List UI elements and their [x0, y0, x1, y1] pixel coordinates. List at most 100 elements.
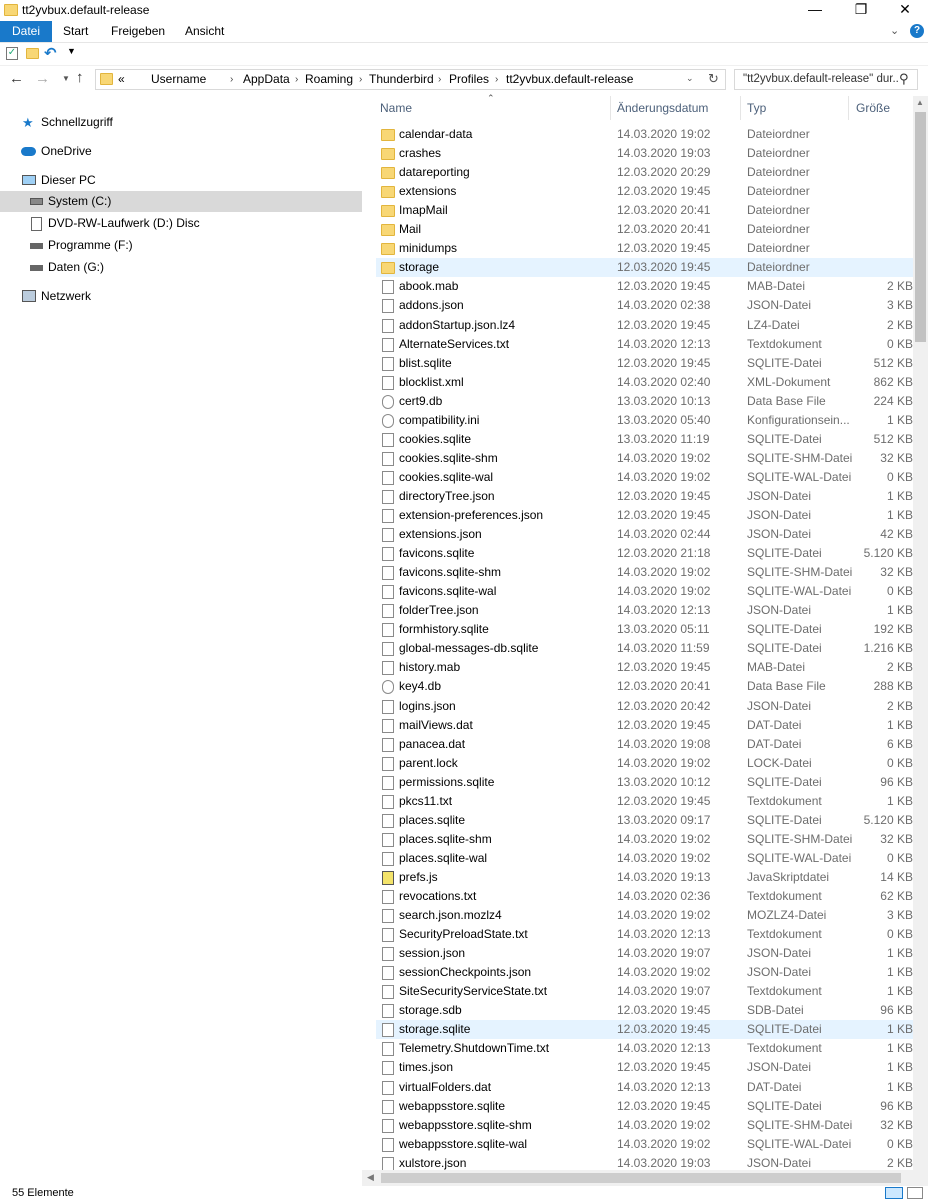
- file-row[interactable]: compatibility.ini 13.03.2020 05:40 Konfigu…: [376, 411, 913, 430]
- breadcrumb-thunderbird[interactable]: Thunderbird: [369, 70, 434, 89]
- column-divider[interactable]: [848, 96, 849, 120]
- folder-row[interactable]: ImapMail 12.03.2020 20:41 Dateiordner: [376, 201, 913, 220]
- tab-datei[interactable]: Datei: [0, 21, 53, 42]
- scroll-up-icon[interactable]: ▲: [916, 98, 924, 107]
- properties-icon[interactable]: ✓: [6, 47, 18, 60]
- nav-item-daten-g[interactable]: Daten (G:): [0, 257, 362, 278]
- column-divider[interactable]: [610, 96, 611, 120]
- file-row[interactable]: extensions.json 14.03.2020 02:44 JSON-Date…: [376, 525, 913, 544]
- folder-row[interactable]: minidumps 12.03.2020 19:45 Dateiordner: [376, 239, 913, 258]
- breadcrumb-profiles[interactable]: Profiles: [449, 70, 489, 89]
- file-row[interactable]: blist.sqlite 12.03.2020 19:45 SQLITE-Datei…: [376, 354, 913, 373]
- horizontal-scroll-thumb[interactable]: [381, 1173, 901, 1183]
- breadcrumb-separator-icon[interactable]: ›: [230, 70, 233, 89]
- nav-item-dvd-d[interactable]: DVD-RW-Laufwerk (D:) Disc: [0, 213, 362, 234]
- folder-row[interactable]: crashes 14.03.2020 19:03 Dateiordner: [376, 144, 913, 163]
- file-row[interactable]: sessionCheckpoints.json 14.03.2020 19:02 J…: [376, 963, 913, 982]
- nav-item-schnellzugriff[interactable]: ★ Schnellzugriff: [0, 112, 362, 133]
- file-row[interactable]: session.json 14.03.2020 19:07 JSON-Datei 1 …: [376, 944, 913, 963]
- file-row[interactable]: SecurityPreloadState.txt 14.03.2020 12:13…: [376, 925, 913, 944]
- folder-row[interactable]: datareporting 12.03.2020 20:29 Dateiordner: [376, 163, 913, 182]
- customize-toolbar-icon[interactable]: ▼: [67, 46, 76, 56]
- column-size[interactable]: Größe: [856, 96, 890, 120]
- file-row[interactable]: revocations.txt 14.03.2020 02:36 Textdokum…: [376, 887, 913, 906]
- file-row[interactable]: cert9.db 13.03.2020 10:13 Data Base File 22…: [376, 392, 913, 411]
- breadcrumb-separator-icon[interactable]: ›: [438, 70, 441, 89]
- file-row[interactable]: parent.lock 14.03.2020 19:02 LOCK-Datei 0 K…: [376, 754, 913, 773]
- file-row[interactable]: storage.sdb 12.03.2020 19:45 SDB-Datei 96 K…: [376, 1001, 913, 1020]
- breadcrumb-current[interactable]: tt2yvbux.default-release: [506, 70, 633, 89]
- file-row[interactable]: mailViews.dat 12.03.2020 19:45 DAT-Datei 1 …: [376, 716, 913, 735]
- file-row[interactable]: panacea.dat 14.03.2020 19:08 DAT-Datei 6 KB: [376, 735, 913, 754]
- back-icon[interactable]: ←: [9, 70, 24, 87]
- file-row[interactable]: xulstore.json 14.03.2020 19:03 JSON-Datei 2…: [376, 1154, 913, 1170]
- new-folder-icon[interactable]: [26, 48, 39, 59]
- file-row[interactable]: pkcs11.txt 12.03.2020 19:45 Textdokument 1 …: [376, 792, 913, 811]
- nav-item-onedrive[interactable]: OneDrive: [0, 141, 362, 162]
- column-divider[interactable]: [740, 96, 741, 120]
- file-row[interactable]: places.sqlite-shm 14.03.2020 19:02 SQLITE-…: [376, 830, 913, 849]
- file-row[interactable]: abook.mab 12.03.2020 19:45 MAB-Datei 2 KB: [376, 277, 913, 296]
- file-row[interactable]: places.sqlite 13.03.2020 09:17 SQLITE-Date…: [376, 811, 913, 830]
- file-row[interactable]: addonStartup.json.lz4 12.03.2020 19:45 LZ4…: [376, 316, 913, 335]
- breadcrumb-separator-icon[interactable]: ›: [359, 70, 362, 89]
- tab-freigeben[interactable]: Freigeben: [99, 21, 177, 42]
- file-row[interactable]: favicons.sqlite 12.03.2020 21:18 SQLITE-Da…: [376, 544, 913, 563]
- breadcrumb-overflow[interactable]: «: [118, 70, 125, 89]
- column-type[interactable]: Typ: [747, 96, 766, 120]
- folder-row[interactable]: Mail 12.03.2020 20:41 Dateiordner: [376, 220, 913, 239]
- file-row[interactable]: Telemetry.ShutdownTime.txt 14.03.2020 12:…: [376, 1039, 913, 1058]
- breadcrumb-separator-icon[interactable]: ›: [295, 70, 298, 89]
- file-row[interactable]: key4.db 12.03.2020 20:41 Data Base File 288…: [376, 677, 913, 696]
- file-row[interactable]: SiteSecurityServiceState.txt 14.03.2020 1…: [376, 982, 913, 1001]
- nav-item-system-c[interactable]: System (C:): [0, 191, 362, 212]
- file-row[interactable]: history.mab 12.03.2020 19:45 MAB-Datei 2 KB: [376, 658, 913, 677]
- tab-start[interactable]: Start: [51, 21, 100, 42]
- close-icon[interactable]: ✕: [882, 0, 928, 21]
- up-icon[interactable]: ↑: [76, 69, 84, 86]
- file-row[interactable]: times.json 12.03.2020 19:45 JSON-Datei 1 KB: [376, 1058, 913, 1077]
- undo-icon[interactable]: ↶: [44, 44, 57, 62]
- scroll-left-icon[interactable]: ◀: [367, 1172, 374, 1183]
- file-row[interactable]: addons.json 14.03.2020 02:38 JSON-Datei 3 K…: [376, 296, 913, 315]
- file-row[interactable]: places.sqlite-wal 14.03.2020 19:02 SQLITE-…: [376, 849, 913, 868]
- column-date[interactable]: Änderungsdatum: [617, 96, 708, 120]
- breadcrumb-appdata[interactable]: AppData: [243, 70, 290, 89]
- file-row[interactable]: search.json.mozlz4 14.03.2020 19:02 MOZLZ4…: [376, 906, 913, 925]
- breadcrumb-separator-icon[interactable]: ›: [627, 70, 630, 89]
- chevron-down-icon[interactable]: ⌄: [890, 24, 899, 37]
- file-row[interactable]: webappsstore.sqlite 12.03.2020 19:45 SQLIT…: [376, 1097, 913, 1116]
- file-row[interactable]: formhistory.sqlite 13.03.2020 05:11 SQLITE…: [376, 620, 913, 639]
- file-row[interactable]: virtualFolders.dat 14.03.2020 12:13 DAT-Da…: [376, 1078, 913, 1097]
- details-view-icon[interactable]: [885, 1187, 903, 1199]
- search-icon[interactable]: ⚲: [899, 71, 909, 87]
- folder-row[interactable]: storage 12.03.2020 19:45 Dateiordner: [376, 258, 913, 278]
- forward-icon[interactable]: →: [35, 70, 50, 87]
- breadcrumb-roaming[interactable]: Roaming: [305, 70, 353, 89]
- column-name[interactable]: Name: [380, 96, 412, 120]
- help-icon[interactable]: ?: [910, 24, 924, 38]
- file-row[interactable]: webappsstore.sqlite-wal 14.03.2020 19:02 S…: [376, 1135, 913, 1154]
- breadcrumb-separator-icon[interactable]: ›: [495, 70, 498, 89]
- file-row[interactable]: permissions.sqlite 13.03.2020 10:12 SQLITE…: [376, 773, 913, 792]
- nav-item-programme-f[interactable]: Programme (F:): [0, 235, 362, 256]
- nav-item-dieser-pc[interactable]: Dieser PC: [0, 170, 362, 191]
- breadcrumb-username[interactable]: Username: [151, 70, 206, 89]
- minimize-icon[interactable]: —: [792, 0, 838, 21]
- file-row[interactable]: favicons.sqlite-shm 14.03.2020 19:02 SQLIT…: [376, 563, 913, 582]
- folder-row[interactable]: extensions 12.03.2020 19:45 Dateiordner: [376, 182, 913, 201]
- file-row[interactable]: blocklist.xml 14.03.2020 02:40 XML-Dokumen…: [376, 373, 913, 392]
- address-dropdown-icon[interactable]: ⌄: [686, 73, 694, 84]
- nav-item-netzwerk[interactable]: Netzwerk: [0, 286, 362, 307]
- large-icons-view-icon[interactable]: [907, 1187, 923, 1199]
- tab-ansicht[interactable]: Ansicht: [173, 21, 236, 42]
- file-row[interactable]: AlternateServices.txt 14.03.2020 12:13 Tex…: [376, 335, 913, 354]
- file-row[interactable]: logins.json 12.03.2020 20:42 JSON-Datei 2 K…: [376, 697, 913, 716]
- recent-locations-icon[interactable]: ▼: [62, 74, 70, 83]
- file-row[interactable]: folderTree.json 14.03.2020 12:13 JSON-Date…: [376, 601, 913, 620]
- file-row[interactable]: directoryTree.json 12.03.2020 19:45 JSON-D…: [376, 487, 913, 506]
- file-row[interactable]: cookies.sqlite 13.03.2020 11:19 SQLITE-Dat…: [376, 430, 913, 449]
- maximize-icon[interactable]: ❐: [838, 0, 884, 21]
- file-row[interactable]: cookies.sqlite-wal 14.03.2020 19:02 SQLITE…: [376, 468, 913, 487]
- file-row[interactable]: storage.sqlite 12.03.2020 19:45 SQLITE-Dat…: [376, 1020, 913, 1040]
